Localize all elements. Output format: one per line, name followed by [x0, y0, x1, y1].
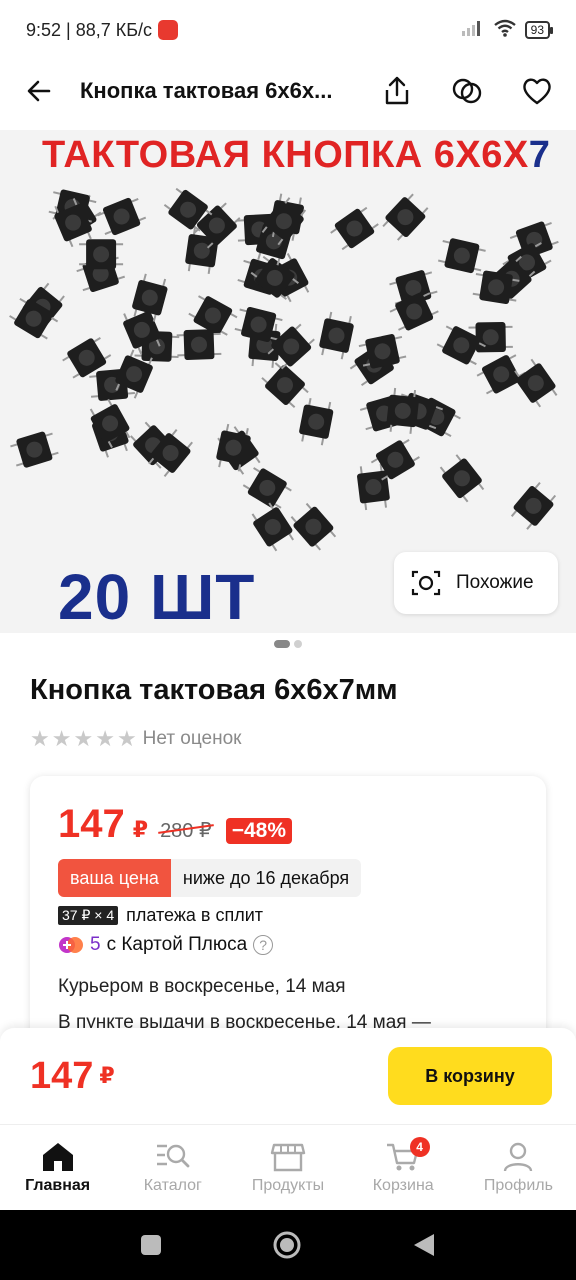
tactile-button-shape — [251, 502, 295, 552]
status-right: 93 — [461, 19, 554, 42]
rating[interactable]: ★ ★ ★ ★ ★ Нет оценок — [30, 726, 242, 752]
catalog-search-icon — [156, 1144, 190, 1167]
similar-button[interactable]: Похожие — [394, 552, 558, 614]
tactile-button-shape — [330, 206, 379, 251]
tactile-button-shape — [97, 197, 147, 236]
back-triangle-icon[interactable] — [412, 1232, 436, 1258]
tactile-button-shape — [290, 502, 337, 551]
star-icon: ★ — [116, 726, 137, 751]
tactile-button-shape — [476, 354, 526, 395]
current-price: 147 — [58, 802, 125, 846]
tactile-button-shape — [242, 467, 292, 509]
tactile-button-shape — [437, 238, 486, 274]
status-time-speed: 9:52 | 88,7 КБ/с — [26, 19, 153, 40]
star-icon: ★ — [95, 726, 115, 751]
buy-bar-price: 147 — [30, 1054, 94, 1097]
header-actions — [380, 74, 554, 108]
status-bar: 9:52 | 88,7 КБ/с 93 — [0, 0, 576, 60]
plus-points: 5 — [90, 934, 101, 955]
recents-icon[interactable] — [140, 1234, 162, 1256]
favorite-button[interactable] — [520, 74, 554, 108]
tactile-button-shape — [79, 239, 124, 270]
plus-cashback-row[interactable]: 5 с Картой Плюса ? — [58, 934, 518, 956]
nav-item-catalog[interactable]: Каталог — [115, 1125, 230, 1210]
star-icon: ★ — [73, 726, 94, 751]
star-icon: ★ — [51, 726, 72, 751]
your-price-note: ниже до 16 декабря — [170, 859, 362, 897]
tactile-button-shape — [358, 334, 407, 369]
home-circle-icon[interactable] — [272, 1230, 302, 1260]
product-title: Кнопка тактовая 6х6х7мм — [30, 674, 398, 706]
split-badge: 37 ₽ × 4 — [58, 906, 119, 925]
home-icon — [42, 1142, 73, 1171]
tactile-button-shape — [382, 193, 429, 241]
tactile-button-shape — [514, 358, 558, 408]
split-text: платежа в сплит — [126, 905, 264, 925]
price-row: 147 ₽ 280 ₽ −48% — [58, 802, 518, 847]
camera-scan-icon — [411, 570, 441, 596]
split-payment-row[interactable]: 37 ₽ × 4 платежа в сплит — [58, 905, 518, 926]
tactile-button-shape — [176, 329, 222, 361]
discount-badge: −48% — [225, 818, 293, 844]
pager-dot — [294, 640, 302, 648]
tactile-button-shape — [510, 481, 557, 530]
heart-icon — [523, 78, 551, 105]
compare-icon — [452, 78, 482, 104]
star-icon: ★ — [30, 726, 50, 751]
buy-bar-currency: ₽ — [99, 1063, 115, 1088]
nav-label-cart: Корзина — [372, 1176, 434, 1194]
battery-indicator: 93 — [524, 21, 554, 39]
tactile-buttons-illustration — [9, 187, 559, 552]
nav-item-cart[interactable]: 4 Корзина — [346, 1125, 461, 1210]
tactile-button-shape — [439, 454, 485, 503]
nav-label-home: Главная — [25, 1176, 91, 1194]
add-to-cart-button[interactable]: В корзину — [388, 1047, 552, 1105]
tactile-button-shape — [389, 292, 439, 331]
signal-icon — [461, 19, 485, 42]
page-title: Кнопка тактовая 6х6х... — [80, 78, 333, 103]
nav-item-profile[interactable]: Профиль — [461, 1125, 576, 1210]
tactile-button-shape — [261, 362, 309, 408]
back-arrow-icon — [27, 80, 51, 102]
nav-label-profile: Профиль — [483, 1176, 553, 1194]
plus-points-icon — [59, 937, 83, 953]
wifi-icon — [493, 19, 517, 42]
buy-bar: 147 ₽ В корзину — [0, 1028, 576, 1124]
help-icon[interactable]: ? — [253, 935, 274, 955]
product-image[interactable]: ТАКТОВАЯ КНОПКА 6Х6Х7 20 ШТ Похожие — [0, 130, 576, 633]
image-pager — [0, 640, 576, 648]
share-icon — [385, 76, 409, 105]
similar-label: Похожие — [456, 572, 534, 593]
tactile-button-shape — [10, 431, 59, 468]
tactile-button-shape — [299, 398, 334, 446]
cart-count-badge: 4 — [409, 1137, 430, 1157]
profile-icon — [504, 1142, 533, 1171]
old-price: 280 ₽ — [160, 820, 212, 842]
system-nav-bar — [0, 1210, 576, 1280]
top-bar: Кнопка тактовая 6х6х... — [0, 60, 576, 122]
tactile-button-shape — [319, 311, 354, 360]
bottom-nav: Главная Каталог Продукты 4 Корзина Профи… — [0, 1124, 576, 1210]
nav-item-products[interactable]: Продукты — [230, 1125, 345, 1210]
nav-label-catalog: Каталог — [143, 1176, 202, 1194]
store-icon — [270, 1143, 306, 1171]
price-currency: ₽ — [132, 817, 149, 842]
nav-label-products: Продукты — [251, 1176, 325, 1194]
compare-button[interactable] — [450, 74, 484, 108]
pager-dot-active — [274, 640, 290, 648]
plus-text: с Картой Плюса — [106, 934, 248, 955]
nav-item-home[interactable]: Главная — [0, 1125, 115, 1210]
share-button[interactable] — [380, 74, 414, 108]
rating-text: Нет оценок — [142, 728, 242, 749]
your-price-badge: ваша цена — [58, 859, 171, 897]
your-price-row: ваша цена ниже до 16 декабря — [58, 859, 518, 897]
app-notification-icon — [158, 20, 179, 40]
delivery-courier: Курьером в воскресенье, 14 мая — [58, 976, 346, 997]
back-button[interactable] — [22, 74, 56, 108]
status-left: 9:52 | 88,7 КБ/с — [26, 19, 179, 41]
hero-quantity: 20 ШТ — [58, 561, 256, 633]
